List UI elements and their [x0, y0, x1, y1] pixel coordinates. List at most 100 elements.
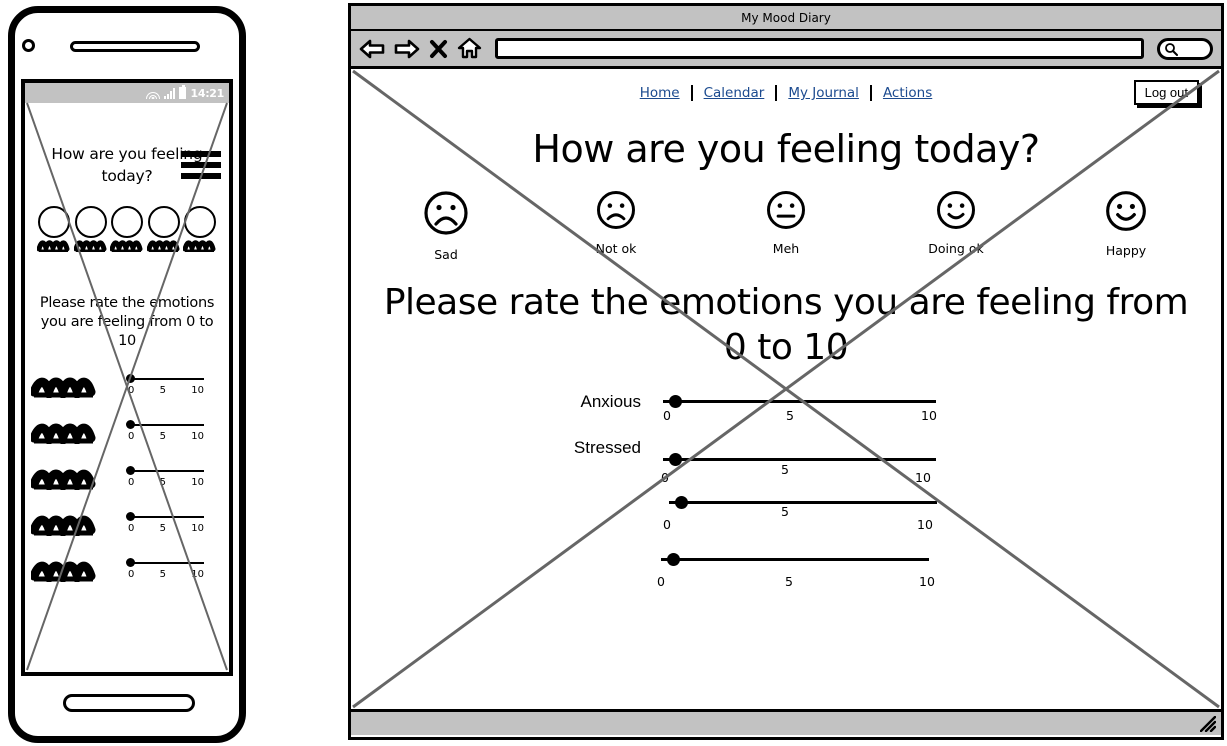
phone-slider-track[interactable] — [130, 562, 204, 565]
scribble-placeholder-icon — [31, 562, 96, 583]
phone-emotion-label-scribble — [31, 468, 126, 491]
phone-rating-slider[interactable]: 0 5 10 — [126, 466, 204, 489]
neutral-face-icon[interactable] — [765, 189, 807, 231]
log-out-button[interactable]: Log out — [1133, 80, 1199, 105]
phone-mood-option[interactable] — [73, 205, 108, 252]
search-box[interactable] — [1157, 37, 1213, 60]
mood-option-sad[interactable]: Sad — [396, 189, 496, 262]
mood-option-happy[interactable]: Happy — [1076, 189, 1176, 262]
tick-max: 10 — [921, 407, 937, 423]
close-x-icon[interactable] — [429, 39, 448, 59]
search-icon — [1165, 42, 1178, 56]
forward-arrow-icon[interactable] — [394, 38, 420, 60]
slider-track[interactable] — [669, 501, 937, 504]
site-navigation: Home Calendar My Journal Actions Log out — [351, 69, 1221, 105]
smile-face-icon[interactable] — [935, 189, 977, 231]
slider-knob[interactable] — [669, 395, 682, 408]
phone-slider-track[interactable] — [130, 470, 204, 473]
phone-slider-row: 0 5 10 — [31, 364, 223, 410]
emotion-slider-row: Stressed 0 5 10 — [351, 438, 1221, 486]
nav-link-my-journal[interactable]: My Journal — [777, 85, 870, 101]
back-arrow-icon[interactable] — [359, 38, 385, 60]
nav-link-calendar[interactable]: Calendar — [693, 85, 776, 101]
phone-mood-circle-icon[interactable] — [38, 205, 70, 238]
phone-mood-circle-icon[interactable] — [74, 205, 107, 238]
emotion-slider-row: Anxious 0 5 10 — [351, 390, 1221, 438]
phone-mood-circle-icon[interactable] — [184, 205, 216, 238]
scribble-placeholder-icon — [73, 240, 106, 252]
phone-rating-slider[interactable]: 0 5 10 — [126, 558, 204, 580]
tick-min: 0 — [663, 407, 671, 423]
slider-track[interactable] — [663, 400, 936, 403]
slider-knob[interactable] — [667, 553, 680, 566]
slider-knob[interactable] — [669, 453, 682, 466]
phone-mood-option[interactable] — [110, 205, 144, 252]
phone-slider-track[interactable] — [130, 516, 204, 519]
scribble-placeholder-icon — [31, 378, 96, 399]
slider-track[interactable] — [661, 558, 929, 561]
phone-rating-slider[interactable]: 0 5 10 — [126, 374, 204, 397]
phone-mood-circle-icon[interactable] — [147, 205, 180, 238]
slider-ticks: 0 5 10 — [663, 504, 937, 532]
rating-slider-4[interactable]: 0 5 10 — [657, 553, 935, 589]
signal-bars-icon — [164, 87, 176, 99]
nav-link-home[interactable]: Home — [629, 85, 691, 101]
phone-slider-ticks: 0 5 10 — [126, 569, 204, 580]
nav-link-actions[interactable]: Actions — [872, 85, 943, 101]
phone-slider-track[interactable] — [130, 424, 204, 427]
mood-label: Not ok — [595, 241, 637, 256]
frown-face-icon[interactable] — [595, 189, 637, 231]
tick-mid: 5 — [781, 503, 789, 519]
phone-rating-slider[interactable]: 0 5 10 — [126, 420, 204, 443]
phone-mood-option[interactable] — [146, 205, 181, 252]
rate-emotions-heading: Please rate the emotions you are feeling… — [383, 282, 1189, 368]
phone-slider-knob[interactable] — [126, 558, 135, 568]
tick-min: 0 — [661, 469, 669, 485]
scribble-placeholder-icon — [31, 424, 96, 445]
phone-slider-row: 0 5 10 — [31, 456, 223, 502]
tick-max: 10 — [191, 385, 204, 397]
battery-icon — [179, 85, 187, 99]
rating-slider-3[interactable]: 0 5 10 — [663, 496, 937, 532]
mood-label: Meh — [772, 241, 800, 256]
phone-speaker — [70, 41, 200, 52]
mood-option-meh[interactable]: Meh — [736, 189, 836, 262]
phone-status-bar: 14:21 — [25, 83, 229, 103]
phone-slider-knob[interactable] — [126, 420, 135, 430]
emotion-slider-row: 0 5 10 — [351, 486, 1221, 552]
phone-mood-circle-icon[interactable] — [111, 205, 143, 238]
rating-slider-anxious[interactable]: 0 5 10 — [663, 395, 937, 424]
rating-slider-stressed[interactable]: 0 5 10 — [661, 453, 936, 485]
tick-mid: 5 — [159, 385, 166, 397]
mood-option-doing-ok[interactable]: Doing ok — [906, 189, 1006, 262]
tick-max: 10 — [915, 469, 931, 485]
mood-label: Happy — [1105, 243, 1147, 258]
emotion-label-stressed: Stressed — [573, 438, 641, 457]
happy-face-icon[interactable] — [1104, 189, 1148, 233]
slider-knob[interactable] — [675, 496, 688, 509]
phone-mood-option[interactable] — [183, 205, 217, 252]
tick-mid: 5 — [159, 523, 166, 535]
phone-slider-track[interactable] — [130, 378, 204, 381]
tick-mid: 5 — [159, 477, 166, 489]
phone-camera-icon — [22, 39, 35, 52]
scribble-placeholder-icon — [183, 240, 216, 252]
address-bar-input[interactable] — [495, 38, 1144, 59]
phone-slider-knob[interactable] — [126, 466, 135, 476]
tick-max: 10 — [191, 431, 204, 443]
scribble-placeholder-icon — [31, 516, 96, 537]
phone-slider-knob[interactable] — [126, 512, 135, 522]
phone-slider-knob[interactable] — [126, 374, 135, 384]
phone-home-button[interactable] — [63, 694, 195, 712]
phone-rating-slider[interactable]: 0 5 10 — [126, 512, 204, 535]
emotion-label-anxious: Anxious — [580, 392, 641, 411]
resize-grip-icon[interactable] — [1200, 716, 1216, 732]
home-icon[interactable] — [457, 37, 482, 60]
mood-option-not-ok[interactable]: Not ok — [566, 189, 666, 262]
phone-mood-option[interactable] — [37, 205, 71, 252]
sad-face-icon[interactable] — [422, 189, 470, 237]
page-viewport: Home Calendar My Journal Actions Log out… — [351, 69, 1221, 709]
hamburger-menu-icon[interactable] — [181, 151, 221, 184]
phone-content: How are you feeling today? Please rate t… — [25, 143, 229, 672]
slider-track[interactable] — [663, 458, 936, 461]
